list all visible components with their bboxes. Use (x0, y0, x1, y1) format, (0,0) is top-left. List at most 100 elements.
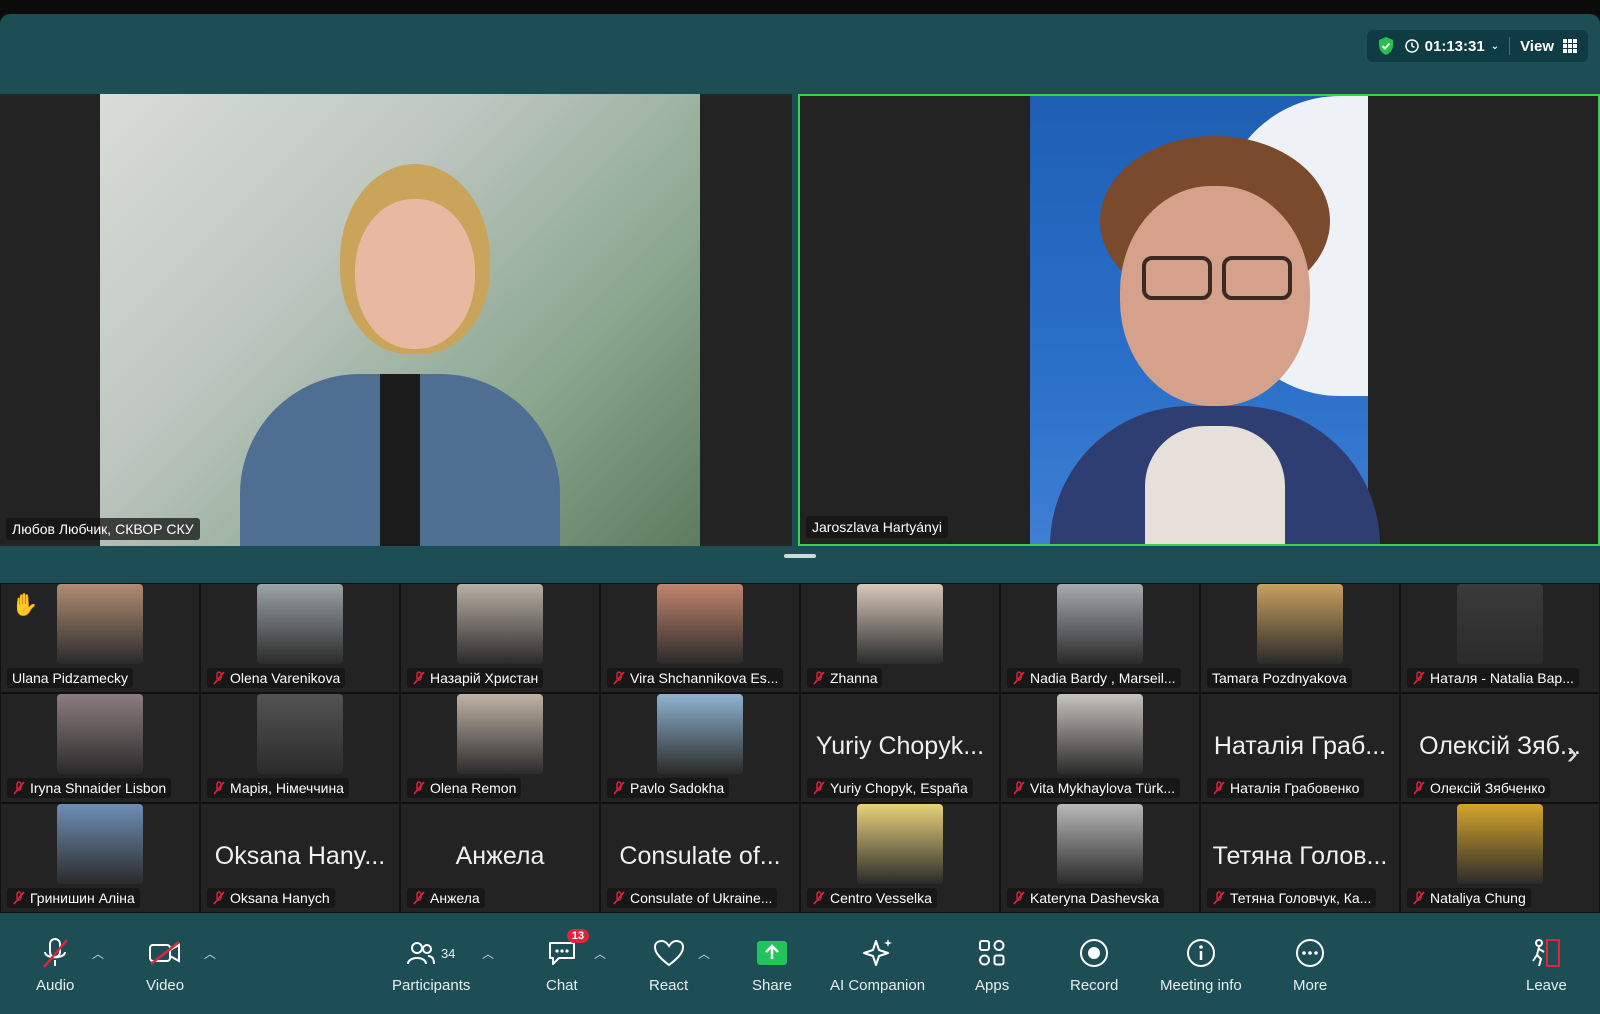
react-button[interactable]: React (649, 935, 688, 994)
view-label: View (1520, 37, 1554, 55)
audio-button[interactable]: Audio (36, 935, 74, 994)
participant-tile[interactable]: Анжела Анжела (400, 803, 600, 913)
chat-button[interactable]: 13 Chat (546, 929, 590, 994)
participant-name-label: Pavlo Sadokha (607, 778, 730, 798)
participant-tile[interactable]: Consulate of... Consulate of Ukraine... (600, 803, 800, 913)
participant-tile[interactable]: Марія, Німеччина (200, 693, 400, 803)
video-options-caret-icon[interactable]: ︿ (204, 945, 216, 962)
active-speaker-video-tile[interactable]: Jaroszlava Hartyányi (798, 94, 1600, 546)
participant-name-text: Oksana Hanych (230, 890, 330, 906)
participant-tile[interactable]: Vita Mykhaylova Türk... (1000, 693, 1200, 803)
react-options-caret-icon[interactable]: ︿ (698, 945, 710, 962)
microphone-muted-icon (213, 781, 225, 795)
participant-name-label: Consulate of Ukraine... (607, 888, 778, 908)
apps-label: Apps (975, 977, 1010, 994)
participant-name-text: Zhanna (830, 670, 878, 686)
participant-tile[interactable]: Yuriy Chopyk... Yuriy Chopyk, España (800, 693, 1000, 803)
info-icon (1186, 939, 1215, 967)
participant-name-label: Олексій Зябченко (1407, 778, 1551, 798)
participants-count: 34 (440, 945, 456, 961)
participant-name-label: Oksana Hanych (207, 888, 335, 908)
leave-button[interactable]: Leave (1526, 935, 1567, 994)
zoom-meeting-window: 01:13:31 ⌄ View Любов Любчик, СКВОР СКУ (0, 14, 1600, 1014)
participant-video-thumbnail (1457, 804, 1543, 884)
participant-video-thumbnail (1057, 584, 1143, 664)
meeting-timer[interactable]: 01:13:31 ⌄ (1404, 38, 1499, 55)
participant-tile[interactable]: Iryna Shnaider Lisbon (0, 693, 200, 803)
participant-name-text: Наталія Грабовенко (1230, 780, 1360, 796)
record-button[interactable]: Record (1070, 935, 1118, 994)
next-page-chevron-icon[interactable]: › (1567, 734, 1578, 773)
participant-tile[interactable]: Oksana Hany... Oksana Hanych (200, 803, 400, 913)
video-label: Video (146, 977, 185, 994)
apps-button[interactable]: Apps (975, 935, 1009, 994)
speaker-video-tile[interactable]: Любов Любчик, СКВОР СКУ (0, 94, 792, 546)
participant-name-text: Vita Mykhaylova Türk... (1030, 780, 1175, 796)
participant-video-thumbnail (857, 584, 943, 664)
view-button[interactable]: View (1520, 38, 1578, 55)
participant-name-text: Kateryna Dashevska (1030, 890, 1160, 906)
participant-tile[interactable]: Назарій Христан (400, 583, 600, 693)
leave-label: Leave (1526, 977, 1567, 994)
microphone-muted-icon (1013, 671, 1025, 685)
speaker-name: Любов Любчик, СКВОР СКУ (6, 518, 200, 540)
meeting-info-button[interactable]: Meeting info (1160, 935, 1242, 994)
microphone-muted-icon (613, 891, 625, 905)
share-screen-icon (757, 941, 788, 965)
more-button[interactable]: More (1293, 935, 1327, 994)
participant-tile[interactable]: Nadia Bardy , Marseil... (1000, 583, 1200, 693)
participant-tile[interactable]: ✋ Ulana Pidzamecky (0, 583, 200, 693)
participant-name-text: Vira Shchannikova Es... (630, 670, 779, 686)
participant-tile[interactable]: Nataliya Chung (1400, 803, 1600, 913)
participant-tile[interactable]: Kateryna Dashevska (1000, 803, 1200, 913)
participant-display-name: Тетяна Голов... (1212, 842, 1388, 870)
participant-display-name: Анжела (455, 842, 545, 870)
participant-name-text: Tamara Pozdnyakova (1212, 670, 1347, 686)
participant-name-label: Марія, Німеччина (207, 778, 349, 798)
chat-options-caret-icon[interactable]: ︿ (594, 945, 606, 962)
participant-video-thumbnail (1057, 694, 1143, 774)
participant-name-text: Iryna Shnaider Lisbon (30, 780, 167, 796)
participant-tile[interactable]: Olena Varenikova (200, 583, 400, 693)
participant-tile[interactable]: Наталя - Natalia Вар... (1400, 583, 1600, 693)
raised-hand-icon: ✋ (11, 592, 39, 617)
microphone-muted-icon (613, 671, 625, 685)
participant-name-text: Назарій Христан (430, 670, 539, 686)
encryption-shield-icon[interactable] (1377, 36, 1395, 56)
participant-tile[interactable]: Pavlo Sadokha (600, 693, 800, 803)
chat-label: Chat (546, 977, 578, 994)
participants-options-caret-icon[interactable]: ︿ (482, 945, 494, 962)
participant-tile[interactable]: Наталія Граб... Наталія Грабовенко (1200, 693, 1400, 803)
resize-handle[interactable] (784, 554, 816, 558)
ai-companion-button[interactable]: AI Companion (830, 935, 925, 994)
participant-video-thumbnail (57, 804, 143, 884)
participant-video-thumbnail (1057, 804, 1143, 884)
participants-icon (406, 942, 435, 965)
microphone-muted-icon (213, 891, 225, 905)
participant-tile[interactable]: Tamara Pozdnyakova (1200, 583, 1400, 693)
audio-options-caret-icon[interactable]: ︿ (92, 945, 104, 962)
clock-icon (1404, 39, 1419, 53)
microphone-muted-icon (413, 781, 425, 795)
participant-video-thumbnail (1257, 584, 1343, 664)
participant-name-text: Yuriy Chopyk, España (830, 780, 968, 796)
share-button[interactable]: Share (752, 935, 792, 994)
participant-tile[interactable]: Centro Vesselka (800, 803, 1000, 913)
participant-tile[interactable]: Гринишин Аліна (0, 803, 200, 913)
participant-name-text: Наталя - Natalia Вар... (1430, 670, 1574, 686)
video-button[interactable]: Video (146, 935, 184, 994)
participant-name-label: Iryna Shnaider Lisbon (7, 778, 172, 798)
participants-button[interactable]: 34 Participants (392, 935, 470, 994)
participant-tile[interactable]: Zhanna (800, 583, 1000, 693)
participant-name-text: Olena Remon (430, 780, 517, 796)
participant-video-thumbnail (257, 584, 343, 664)
apps-icon (979, 940, 1005, 966)
participant-display-name: Oksana Hany... (214, 842, 386, 870)
meeting-status-bar: 01:13:31 ⌄ View (1366, 30, 1588, 62)
participant-tile[interactable]: Vira Shchannikova Es... (600, 583, 800, 693)
participant-video-thumbnail (857, 804, 943, 884)
sparkle-icon (862, 939, 892, 966)
participant-tile[interactable]: Тетяна Голов... Тетяна Головчук, Ка... (1200, 803, 1400, 913)
participant-name-text: Centro Vesselka (830, 890, 932, 906)
participant-tile[interactable]: Olena Remon (400, 693, 600, 803)
